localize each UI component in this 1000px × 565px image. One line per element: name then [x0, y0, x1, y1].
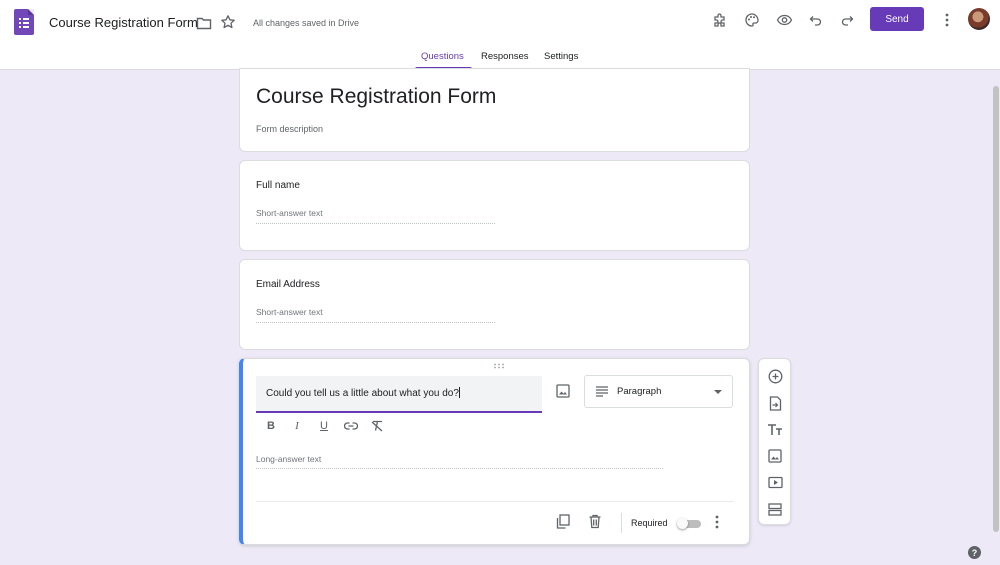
tab-questions[interactable]: Questions	[421, 51, 464, 62]
add-title-button[interactable]	[767, 421, 783, 437]
question-type-dropdown[interactable]: Paragraph	[584, 375, 733, 408]
import-questions-icon	[769, 395, 781, 411]
required-toggle[interactable]	[677, 518, 703, 529]
question-title: Full name	[256, 180, 300, 191]
save-status: All changes saved in Drive	[253, 18, 360, 28]
more-vert-icon	[945, 13, 949, 27]
question-card-full-name[interactable]: Full name Short-answer text	[239, 160, 750, 251]
scrollbar-thumb[interactable]	[993, 86, 999, 532]
add-question-icon	[768, 369, 782, 383]
redo-button[interactable]	[836, 9, 858, 31]
link-icon	[344, 422, 358, 430]
add-image-icon[interactable]	[555, 383, 571, 399]
document-title[interactable]: Course Registration Form	[49, 15, 198, 30]
redo-icon	[841, 16, 854, 26]
footer-divider	[621, 513, 622, 533]
preview-button[interactable]	[773, 9, 795, 31]
more-vert-icon[interactable]	[715, 515, 719, 529]
folder-icon[interactable]	[196, 15, 212, 31]
required-label: Required	[631, 518, 668, 528]
send-button[interactable]: Send	[870, 7, 924, 31]
import-questions-button[interactable]	[767, 395, 783, 411]
question-text-input[interactable]: Could you tell us a little about what yo…	[256, 376, 542, 413]
help-icon[interactable]: ?	[968, 546, 981, 559]
tab-bar: Questions Responses Settings	[0, 48, 1000, 70]
paragraph-icon	[596, 386, 608, 397]
clear-format-icon	[371, 420, 383, 432]
add-video-button[interactable]	[767, 474, 783, 490]
question-card-active[interactable]: Could you tell us a little about what yo…	[239, 358, 750, 545]
clear-formatting-button[interactable]	[370, 419, 384, 433]
short-answer-placeholder: Short-answer text	[256, 208, 495, 224]
form-header-card[interactable]: Course Registration Form Form descriptio…	[239, 68, 750, 152]
tab-settings[interactable]: Settings	[544, 51, 578, 62]
short-answer-placeholder: Short-answer text	[256, 307, 495, 323]
addon-puzzle-icon	[714, 13, 725, 27]
preview-eye-icon	[776, 14, 792, 26]
add-image-button[interactable]	[767, 448, 783, 464]
undo-icon	[809, 16, 822, 26]
text-caret	[458, 387, 460, 398]
add-section-icon	[768, 502, 782, 516]
avatar[interactable]	[968, 8, 990, 30]
forms-logo-icon[interactable]	[14, 9, 34, 35]
more-options-button[interactable]	[936, 9, 958, 31]
long-answer-placeholder: Long-answer text	[256, 454, 663, 469]
bold-button[interactable]: B	[264, 419, 278, 433]
form-description-input[interactable]: Form description	[256, 124, 323, 134]
duplicate-icon[interactable]	[556, 514, 570, 529]
add-question-button[interactable]	[767, 368, 783, 384]
italic-button[interactable]: I	[290, 419, 304, 433]
dropdown-arrow-icon	[714, 390, 722, 394]
add-title-icon	[768, 423, 782, 435]
delete-icon[interactable]	[588, 514, 602, 529]
add-section-button[interactable]	[767, 501, 783, 517]
link-button[interactable]	[344, 419, 358, 433]
top-bar: Course Registration Form All changes sav…	[0, 0, 1000, 70]
drag-handle-icon[interactable]	[493, 363, 505, 369]
floating-toolbar	[758, 358, 791, 525]
customize-theme-button[interactable]	[741, 9, 763, 31]
addons-button[interactable]	[709, 9, 731, 31]
star-icon[interactable]	[220, 14, 236, 30]
card-divider	[256, 501, 734, 502]
palette-icon	[745, 13, 759, 27]
question-card-email[interactable]: Email Address Short-answer text	[239, 259, 750, 350]
question-title: Email Address	[256, 279, 320, 290]
tab-responses[interactable]: Responses	[481, 51, 529, 62]
form-title[interactable]: Course Registration Form	[256, 85, 496, 109]
question-type-value: Paragraph	[617, 386, 662, 397]
underline-button[interactable]: U	[317, 419, 331, 433]
add-video-icon	[767, 476, 783, 488]
undo-button[interactable]	[805, 9, 827, 31]
add-image-icon	[768, 449, 782, 463]
